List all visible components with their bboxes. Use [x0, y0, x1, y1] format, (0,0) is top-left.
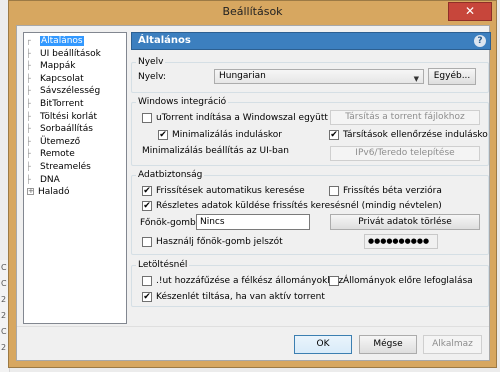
check-associations-checkbox[interactable]: ✔ [329, 130, 339, 140]
tree-item-label: Ütemező [40, 136, 81, 147]
settings-window: Beállítások ✕ ┌ Általános ├ UI beállítások… [8, 0, 497, 368]
language-label: Nyelv: [138, 72, 166, 82]
close-button[interactable]: ✕ [448, 2, 492, 21]
panel-header: Általános ? [131, 32, 491, 50]
tree-line-icon: ├ [26, 161, 31, 171]
dialog-footer: OK Mégse Alkalmaz [17, 326, 489, 360]
tree-item-label: Kapcsolat [40, 73, 84, 84]
tree-item-label: Remote [40, 149, 75, 160]
tree-item-label: Sorbaállítás [40, 124, 93, 135]
tree-item-label: Általános [40, 36, 84, 46]
tree-line-icon: ┌ [26, 36, 31, 45]
tree-item-label: Mappák [40, 61, 76, 72]
tree-item-streaming[interactable]: ├ Streamelés [26, 161, 124, 174]
start-with-windows-label: uTorrent indítása a Windowszal együtt [156, 113, 328, 123]
tree-line-icon: ├ [26, 149, 31, 159]
boss-password-checkbox[interactable] [142, 237, 152, 247]
install-ipv6-button[interactable]: IPv6/Teredo telepítése [330, 146, 480, 161]
preallocate-label: Állományok előre lefoglalása [343, 276, 473, 286]
privacy-group: Adatbiztonság ✔ Frissítések automatikus … [131, 170, 489, 255]
tree-line-icon: ├ [26, 98, 31, 108]
language-select[interactable]: Hungarian ▼ [214, 69, 424, 84]
windows-integration-legend: Windows integráció [136, 97, 229, 107]
windows-integration-group: Windows integráció uTorrent indítása a W… [131, 97, 489, 166]
tree-item-general[interactable]: ┌ Általános [26, 35, 124, 48]
prevent-standby-checkbox[interactable]: ✔ [142, 292, 152, 302]
check-associations-label: Társítások ellenőrzése indulásko [343, 130, 488, 140]
tree-line-icon: ├ [26, 48, 31, 58]
tree-item-dna[interactable]: ├ DNA [26, 174, 124, 187]
more-languages-button[interactable]: Egyéb... [428, 68, 476, 85]
append-ut-label: .!ut hozzáfűzése a félkész állományokhoz [156, 276, 344, 286]
tree-item-folders[interactable]: ├ Mappák [26, 60, 124, 73]
tree-item-label: BitTorrent [40, 98, 84, 109]
apply-button[interactable]: Alkalmaz [423, 335, 482, 354]
privacy-legend: Adatbiztonság [136, 170, 205, 180]
detailed-info-label: Részletes adatok küldése frissítés keres… [156, 201, 442, 211]
help-icon[interactable]: ? [474, 35, 486, 47]
tree-line-icon: ├ [26, 174, 31, 184]
tree-item-ui-settings[interactable]: ├ UI beállítások [26, 48, 124, 61]
beta-update-label: Frissítés béta verzióra [343, 186, 442, 196]
tree-item-connection[interactable]: ├ Kapcsolat [26, 73, 124, 86]
minimized-start-label: Minimalizálás induláskor [172, 130, 282, 140]
prevent-standby-label: Készenlét tiltása, ha van aktív torrent [156, 292, 325, 302]
tree-item-label: Sávszélesség [40, 86, 101, 97]
tree-item-queueing[interactable]: ├ Sorbaállítás [26, 123, 124, 136]
title-bar[interactable]: Beállítások ✕ [9, 1, 496, 25]
settings-tree: ┌ Általános ├ UI beállítások ├ Mappák ├ Kapc… [23, 32, 127, 324]
tree-item-bittorrent[interactable]: ├ BitTorrent [26, 98, 124, 111]
clear-private-data-button[interactable]: Privát adatok törlése [330, 214, 480, 230]
append-ut-checkbox[interactable] [142, 276, 152, 286]
tree-line-icon: ├ [26, 111, 31, 121]
window-title: Beállítások [222, 5, 283, 18]
expand-plus-icon[interactable]: + [27, 188, 34, 196]
auto-update-label: Frissítések automatikus keresése [156, 186, 305, 196]
beta-update-checkbox[interactable] [329, 186, 339, 196]
tree-line-icon: ├ [26, 136, 31, 146]
tree-item-bandwidth[interactable]: ├ Sávszélesség [26, 85, 124, 98]
chevron-down-icon: ▼ [413, 75, 419, 83]
tree-item-label: Haladó [38, 187, 70, 198]
minimize-setting-label: Minimalizálás beállítás az UI-ban [142, 146, 289, 156]
tree-item-label: DNA [40, 174, 60, 185]
start-with-windows-checkbox[interactable] [142, 113, 152, 123]
tree-item-scheduler[interactable]: ├ Ütemező [26, 136, 124, 149]
tree-line-icon: ├ [26, 86, 31, 96]
boss-key-label: Főnök-gomb [140, 218, 196, 228]
tree-item-label: Streamelés [40, 161, 91, 172]
dialog-client-area: ┌ Általános ├ UI beállítások ├ Mappák ├ Kapc… [16, 25, 491, 361]
minimized-start-checkbox[interactable]: ✔ [158, 130, 168, 140]
language-legend: Nyelv [136, 57, 166, 67]
language-group: Nyelv Nyelv: Hungarian ▼ Egyéb... [131, 57, 489, 93]
auto-update-checkbox[interactable]: ✔ [142, 186, 152, 196]
tree-line-icon: ├ [26, 61, 31, 71]
associate-torrent-files-button[interactable]: Társítás a torrent fájlokhoz [330, 110, 480, 125]
tree-item-remote[interactable]: ├ Remote [26, 148, 124, 161]
tree-item-label: Töltési korlát [40, 111, 98, 122]
cancel-button[interactable]: Mégse [359, 335, 417, 354]
downloads-group: Letöltésnél .!ut hozzáfűzése a félkész á… [131, 260, 489, 307]
detailed-info-checkbox[interactable]: ✔ [142, 201, 152, 211]
panel-title: Általános [138, 35, 191, 46]
preallocate-checkbox[interactable] [329, 276, 339, 286]
boss-password-input[interactable]: ●●●●●●●●●● [364, 234, 438, 249]
tree-line-icon: ├ [26, 73, 31, 83]
tree-item-transfer-cap[interactable]: ├ Töltési korlát [26, 111, 124, 124]
tree-item-advanced[interactable]: + Haladó [26, 186, 124, 199]
general-settings-panel: Általános ? Nyelv Nyelv: Hungarian ▼ Egy… [131, 32, 491, 324]
boss-key-input[interactable]: Nincs [196, 214, 310, 230]
language-value: Hungarian [219, 71, 266, 81]
downloads-legend: Letöltésnél [136, 260, 190, 270]
tree-item-label: UI beállítások [40, 48, 101, 59]
ok-button[interactable]: OK [294, 335, 352, 354]
boss-password-label: Használj főnök-gomb jelszót [156, 237, 283, 247]
tree-line-icon: ├ [26, 124, 31, 134]
